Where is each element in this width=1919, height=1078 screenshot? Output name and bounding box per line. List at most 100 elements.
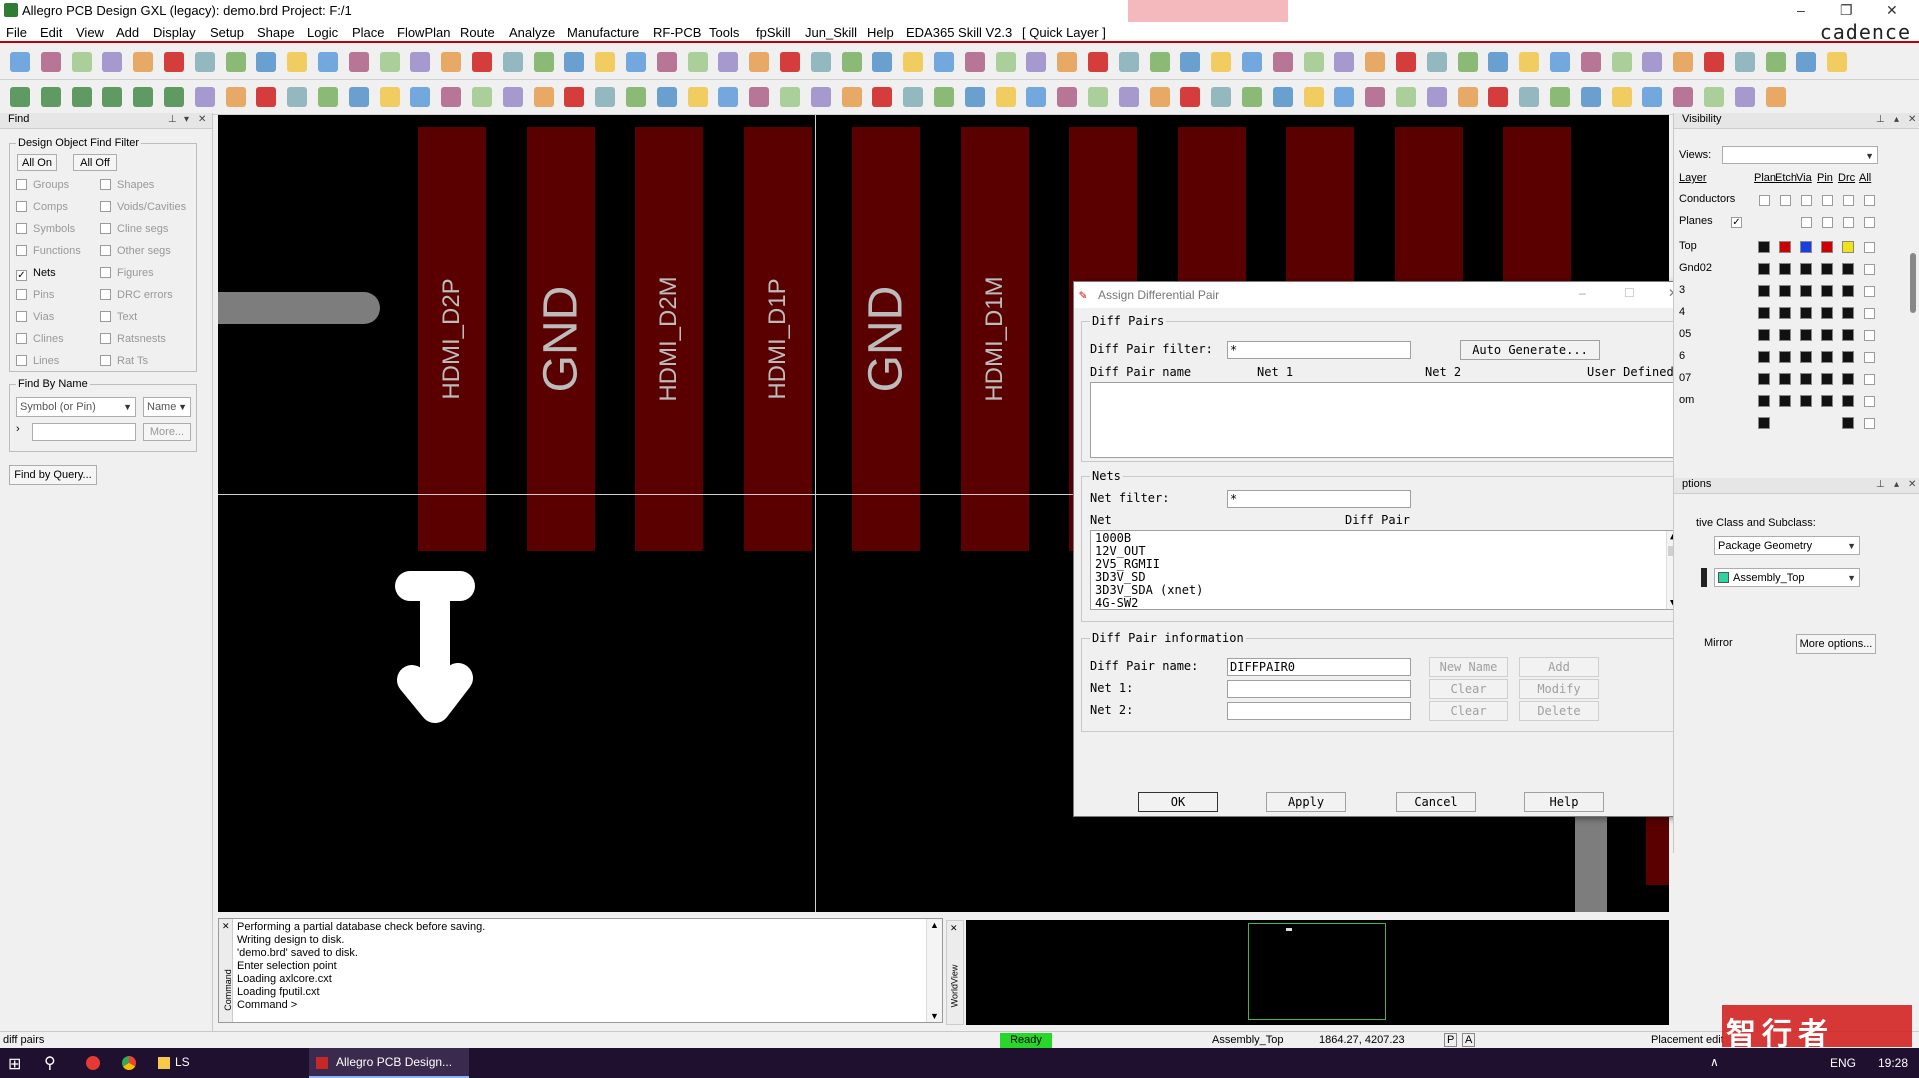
more-button[interactable]: More... xyxy=(143,423,191,441)
toolbar-button-icon[interactable] xyxy=(1272,87,1293,107)
name-mode-combo[interactable]: Name ▼ xyxy=(143,397,191,417)
toolbar-button-icon[interactable] xyxy=(934,87,954,107)
toolbar-button-icon[interactable] xyxy=(595,52,616,72)
toolbar-button-icon[interactable] xyxy=(872,87,893,107)
toolbar-button-icon[interactable] xyxy=(533,87,554,107)
filter-symbols[interactable]: Symbols xyxy=(16,223,75,235)
filter-text[interactable]: Text xyxy=(100,311,137,323)
checkbox[interactable] xyxy=(16,223,27,234)
layer-all-checkbox[interactable] xyxy=(1864,286,1875,297)
menu-file[interactable]: File xyxy=(6,25,27,40)
menu-add[interactable]: Add xyxy=(116,25,139,40)
toolbar-button-icon[interactable] xyxy=(1088,87,1108,107)
toolbar-button-icon[interactable] xyxy=(1211,87,1232,107)
layer-color-swatch[interactable] xyxy=(1800,395,1812,407)
find-name-input[interactable] xyxy=(32,423,136,441)
layer-all-checkbox[interactable] xyxy=(1864,396,1875,407)
layer-color-swatch[interactable] xyxy=(1779,329,1791,341)
pin-icon[interactable]: ⊥ xyxy=(1876,114,1885,125)
toolbar-button-icon[interactable] xyxy=(1488,52,1509,72)
menu-jun-skill[interactable]: Jun_Skill xyxy=(805,25,857,40)
layer-color-swatch[interactable] xyxy=(1842,373,1854,385)
layer-color-swatch[interactable] xyxy=(1821,395,1833,407)
toolbar-button-icon[interactable] xyxy=(1611,52,1632,72)
toolbar-button-icon[interactable] xyxy=(1642,52,1663,72)
add-button[interactable]: Add xyxy=(1519,657,1599,677)
visibility-checkbox[interactable] xyxy=(1864,195,1875,206)
toolbar-button-icon[interactable] xyxy=(1396,52,1416,72)
command-scrollbar[interactable]: ▲ ▼ xyxy=(926,919,942,1022)
toolbar-button-icon[interactable] xyxy=(1519,52,1540,72)
all-off-button[interactable]: All Off xyxy=(73,154,117,171)
chrome-icon[interactable] xyxy=(122,1056,136,1070)
toolbar-button-icon[interactable] xyxy=(348,87,369,107)
net1-input[interactable] xyxy=(1227,680,1411,698)
checkbox[interactable] xyxy=(100,201,111,212)
layer-color-swatch[interactable] xyxy=(1758,395,1770,407)
more-options-button[interactable]: More options... xyxy=(1796,634,1876,654)
toolbar-button-icon[interactable] xyxy=(1180,52,1201,72)
toolbar-button-icon[interactable] xyxy=(225,52,246,72)
restore-button[interactable]: ❐ xyxy=(1840,2,1853,19)
filter-lines[interactable]: Lines xyxy=(16,355,59,367)
checkbox[interactable] xyxy=(16,245,27,256)
layer-color-swatch[interactable] xyxy=(1842,395,1854,407)
toolbar-button-icon[interactable] xyxy=(1118,52,1139,72)
apply-button[interactable]: Apply xyxy=(1266,792,1346,812)
visibility-checkbox[interactable] xyxy=(1864,217,1875,228)
pad[interactable]: GND xyxy=(852,127,920,551)
float-icon[interactable]: ▾ xyxy=(184,114,189,125)
layer-color-swatch[interactable] xyxy=(1821,263,1833,275)
toolbar-button-icon[interactable] xyxy=(1057,52,1078,72)
help-button[interactable]: Help xyxy=(1524,792,1604,812)
filter-clines[interactable]: Clines xyxy=(16,333,64,345)
taskbar-app-allegro[interactable]: Allegro PCB Design... xyxy=(336,1055,452,1069)
checkbox[interactable] xyxy=(100,179,111,190)
filter-functions[interactable]: Functions xyxy=(16,245,81,257)
tray-chevron-icon[interactable]: ∧ xyxy=(1710,1055,1719,1069)
toolbar-button-icon[interactable] xyxy=(749,87,770,107)
layer-color-swatch[interactable] xyxy=(1779,285,1791,297)
filter-rat-ts[interactable]: Rat Ts xyxy=(100,355,148,367)
layer-color-swatch[interactable] xyxy=(1821,285,1833,297)
checkbox[interactable] xyxy=(16,333,27,344)
toolbar-button-icon[interactable] xyxy=(1242,52,1262,72)
visibility-checkbox[interactable] xyxy=(1843,217,1854,228)
toolbar-button-icon[interactable] xyxy=(1180,87,1201,107)
toolbar-button-icon[interactable] xyxy=(872,52,893,72)
menu-fpskill[interactable]: fpSkill xyxy=(756,25,791,40)
class-combo[interactable]: Package Geometry ▼ xyxy=(1714,536,1860,555)
toolbar-button-icon[interactable] xyxy=(749,52,770,72)
toolbar-button-icon[interactable] xyxy=(1765,87,1786,107)
layer-all-checkbox[interactable] xyxy=(1864,374,1875,385)
toolbar-button-icon[interactable] xyxy=(1704,87,1724,107)
layer-color-swatch[interactable] xyxy=(1842,417,1854,429)
toolbar-button-icon[interactable] xyxy=(564,52,585,72)
layer-all-checkbox[interactable] xyxy=(1864,352,1875,363)
visibility-checkbox[interactable]: ✓ xyxy=(1731,217,1742,228)
toolbar-button-icon[interactable] xyxy=(1673,87,1694,107)
dialog-minimize-button[interactable]: – xyxy=(1579,286,1586,300)
layer-color-swatch[interactable] xyxy=(1800,263,1812,275)
toolbar-button-icon[interactable] xyxy=(1242,87,1262,107)
clear-net1-button[interactable]: Clear xyxy=(1429,679,1508,699)
menu-edit[interactable]: Edit xyxy=(40,25,62,40)
col-pin[interactable]: Pin xyxy=(1817,172,1833,184)
net-list-item[interactable]: 3D3V_SDA (xnet) xyxy=(1095,584,1678,597)
col-etch[interactable]: Etch xyxy=(1775,172,1797,184)
search-icon[interactable]: ⚲ xyxy=(44,1053,56,1073)
layer-color-swatch[interactable] xyxy=(1779,263,1791,275)
delete-button[interactable]: Delete xyxy=(1519,701,1599,721)
toolbar-button-icon[interactable] xyxy=(995,52,1016,72)
toolbar-button-icon[interactable] xyxy=(502,52,523,72)
menu-place[interactable]: Place xyxy=(352,25,385,40)
diff-pair-list[interactable] xyxy=(1090,382,1683,458)
filter-cline-segs[interactable]: Cline segs xyxy=(100,223,168,235)
toolbar-button-icon[interactable] xyxy=(164,52,184,72)
layer-color-swatch[interactable] xyxy=(1821,351,1833,363)
layer-color-swatch[interactable] xyxy=(1842,307,1854,319)
checkbox[interactable] xyxy=(100,245,111,256)
pad[interactable]: HDMI_D1M xyxy=(960,127,1029,551)
toolbar-button-icon[interactable] xyxy=(1026,52,1047,72)
filter-groups[interactable]: Groups xyxy=(16,179,69,191)
